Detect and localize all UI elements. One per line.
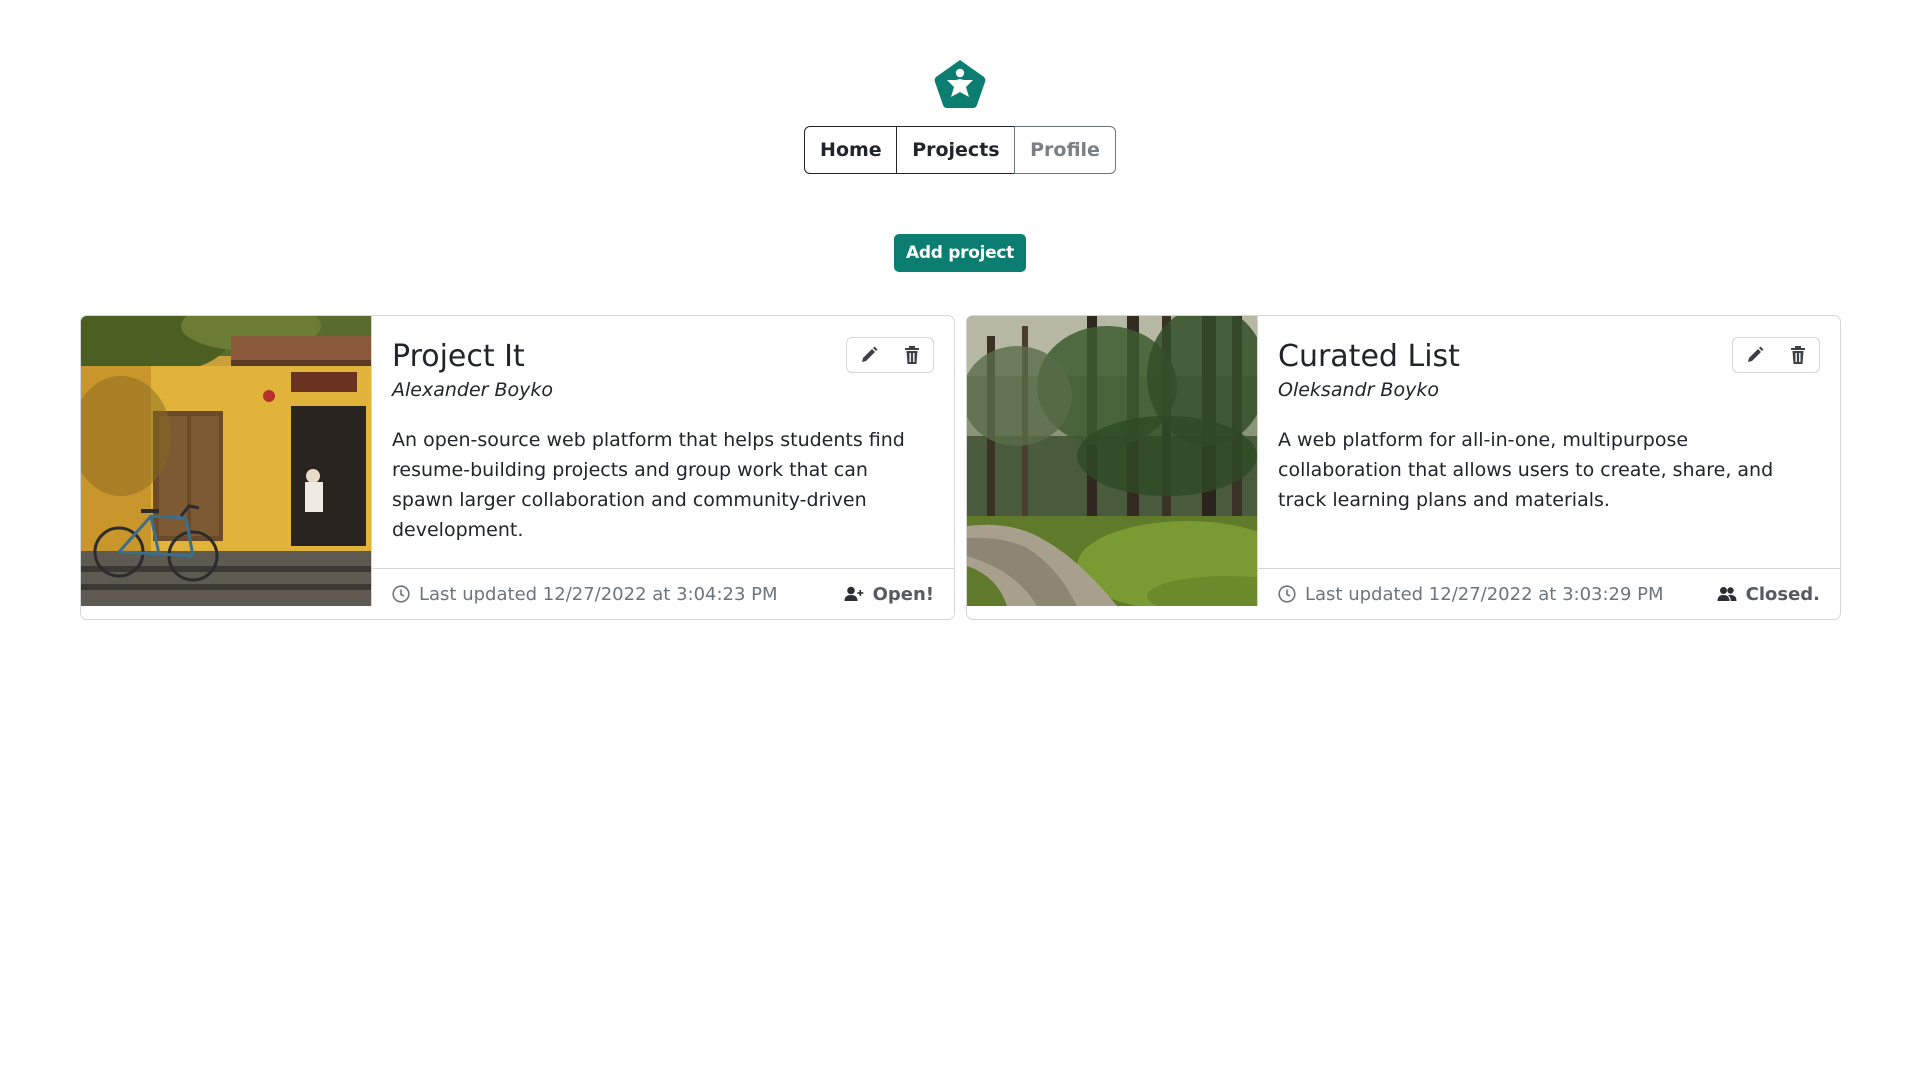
header: Home Projects Profile Add project	[0, 0, 1920, 272]
project-image	[967, 316, 1258, 606]
project-card-body: Curated List Oleksandr Boyko A web platf…	[1258, 316, 1840, 619]
trash-icon	[1790, 346, 1805, 364]
user-plus-icon	[844, 586, 863, 601]
trash-icon	[904, 346, 919, 364]
project-footer: Last updated 12/27/2022 at 3:03:29 PM Cl…	[1258, 568, 1840, 619]
project-actions	[1732, 337, 1820, 373]
project-cards: Project It Alexander Boyko An open-sourc…	[80, 315, 1841, 620]
project-description: An open-source web platform that helps s…	[392, 429, 905, 541]
status-label: Closed.	[1745, 583, 1820, 605]
last-updated-text: Last updated 12/27/2022 at 3:03:29 PM	[1305, 583, 1664, 605]
clock-icon	[1278, 585, 1296, 603]
delete-button[interactable]	[1776, 338, 1819, 372]
nav-profile-button[interactable]: Profile	[1014, 126, 1116, 174]
edit-button[interactable]	[1733, 338, 1776, 372]
delete-button[interactable]	[890, 338, 933, 372]
pencil-icon	[861, 346, 877, 362]
project-author: Alexander Boyko	[392, 379, 554, 401]
project-author: Oleksandr Boyko	[1278, 379, 1439, 401]
last-updated-text: Last updated 12/27/2022 at 3:04:23 PM	[419, 583, 778, 605]
project-card: Project It Alexander Boyko An open-sourc…	[80, 315, 955, 620]
project-description: A web platform for all-in-one, multipurp…	[1278, 429, 1774, 511]
main-nav: Home Projects Profile	[804, 126, 1116, 174]
project-image	[81, 316, 372, 606]
pencil-icon	[1747, 346, 1763, 362]
project-card: Curated List Oleksandr Boyko A web platf…	[966, 315, 1841, 620]
yellow-house-bicycle-image	[81, 316, 371, 606]
edit-button[interactable]	[847, 338, 890, 372]
clock-icon	[392, 585, 410, 603]
nav-projects-button[interactable]: Projects	[896, 126, 1016, 174]
forest-path-image	[967, 316, 1257, 606]
add-project-button[interactable]: Add project	[894, 234, 1026, 272]
status-label: Open!	[872, 583, 934, 605]
project-card-body: Project It Alexander Boyko An open-sourc…	[372, 316, 954, 619]
star-logo-icon[interactable]	[933, 58, 987, 110]
users-icon	[1717, 587, 1737, 601]
project-actions	[846, 337, 934, 373]
nav-home-button[interactable]: Home	[804, 126, 898, 174]
project-footer: Last updated 12/27/2022 at 3:04:23 PM Op…	[372, 568, 954, 619]
